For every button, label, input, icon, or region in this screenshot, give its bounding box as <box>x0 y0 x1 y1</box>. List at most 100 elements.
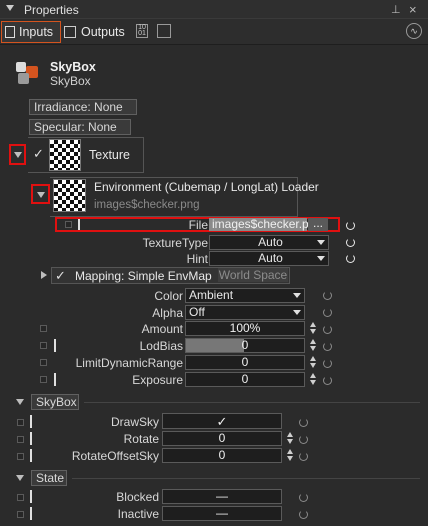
inactive-indicator <box>30 507 32 520</box>
amount-stepper[interactable] <box>310 322 317 335</box>
tab-inputs[interactable]: Inputs <box>1 21 61 43</box>
texture-check[interactable]: ✓ <box>33 146 44 162</box>
lodbias-stepper[interactable] <box>310 339 317 352</box>
tab-outputs-label: Outputs <box>81 25 125 39</box>
texture-type-value: Auto <box>258 235 283 249</box>
rotate-offset-stepper[interactable] <box>287 449 294 462</box>
inactive-field[interactable]: — <box>162 506 282 521</box>
color-reset-icon[interactable] <box>323 291 332 300</box>
skybox-section-title[interactable]: SkyBox <box>31 394 79 410</box>
binary-icon[interactable]: 10 01 <box>136 24 148 38</box>
rotate-offset-label: RotateOffsetSky <box>71 449 159 463</box>
mapping-label: Mapping: Simple EnvMap <box>75 269 212 283</box>
rotate-reset-icon[interactable] <box>299 435 308 444</box>
hint-reset-icon[interactable] <box>346 254 355 263</box>
collapse-icon[interactable] <box>6 5 14 11</box>
rotate-enable-checkbox[interactable] <box>17 436 24 443</box>
activity-icon[interactable]: ∿ <box>406 23 422 39</box>
exposure-enable-checkbox[interactable] <box>40 376 47 383</box>
drawsky-indicator <box>30 415 32 428</box>
hint-value: Auto <box>258 251 283 265</box>
blocked-reset-icon[interactable] <box>299 493 308 502</box>
rotate-label: Rotate <box>123 432 159 446</box>
texture-type-label: TextureType <box>142 236 208 250</box>
mapping-check[interactable]: ✓ <box>55 268 66 284</box>
color-value: Ambient <box>189 288 234 302</box>
blocked-enable-checkbox[interactable] <box>17 494 24 501</box>
exposure-reset-icon[interactable] <box>323 376 332 385</box>
skybox-section-divider <box>84 402 420 403</box>
limit-field[interactable]: 0 <box>185 355 305 370</box>
specular-button[interactable]: Specular: None <box>29 119 131 135</box>
alpha-label: Alpha <box>152 306 183 320</box>
texture-type-reset-icon[interactable] <box>346 238 355 247</box>
rotate-offset-indicator <box>30 449 32 462</box>
node-title: SkyBox <box>50 60 96 74</box>
tab-inputs-label: Inputs <box>19 25 54 39</box>
texture-label: Texture <box>89 148 130 162</box>
texture-type-dropdown[interactable]: Auto <box>209 235 329 250</box>
file-reset-icon[interactable] <box>346 221 355 230</box>
limit-label: LimitDynamicRange <box>75 356 183 370</box>
layout-icon[interactable] <box>157 24 171 38</box>
state-section-title[interactable]: State <box>31 470 67 486</box>
rotate-offset-reset-icon[interactable] <box>299 452 308 461</box>
node-subtitle: SkyBox <box>50 74 91 88</box>
hint-dropdown[interactable]: Auto <box>209 251 329 266</box>
inputs-icon <box>5 26 15 38</box>
chevron-down-icon <box>317 256 325 261</box>
skybox-section-toggle[interactable] <box>16 399 24 405</box>
file-enable-checkbox[interactable] <box>65 221 72 228</box>
window-title: Properties <box>24 3 79 17</box>
mapping-expand-icon[interactable] <box>41 271 47 279</box>
alpha-dropdown[interactable]: Off <box>185 305 305 320</box>
drawsky-checkbox[interactable]: ✓ <box>162 413 282 429</box>
lodbias-enable-checkbox[interactable] <box>40 342 47 349</box>
world-space-label[interactable]: World Space <box>218 268 288 282</box>
drawsky-enable-checkbox[interactable] <box>17 419 24 426</box>
drawsky-reset-icon[interactable] <box>299 418 308 427</box>
amount-reset-icon[interactable] <box>323 325 332 334</box>
blocked-field[interactable]: — <box>162 489 282 504</box>
file-path-field[interactable]: images$checker.p... <box>209 218 319 231</box>
file-label: File <box>188 218 208 232</box>
alpha-reset-icon[interactable] <box>323 308 332 317</box>
loader-expand-toggle[interactable] <box>31 184 50 204</box>
rotate-offset-field[interactable]: 0 <box>162 448 282 463</box>
exposure-indicator <box>54 373 56 386</box>
loader-thumbnail[interactable] <box>53 179 86 212</box>
pin-icon[interactable]: ⊥ <box>391 3 401 16</box>
lodbias-reset-icon[interactable] <box>323 342 332 351</box>
exposure-stepper[interactable] <box>310 373 317 386</box>
limit-reset-icon[interactable] <box>323 359 332 368</box>
texture-thumbnail[interactable] <box>49 139 81 171</box>
tab-outputs[interactable]: Outputs <box>64 21 130 43</box>
chevron-down-icon <box>293 310 301 315</box>
rotate-offset-enable-checkbox[interactable] <box>17 453 24 460</box>
amount-field[interactable]: 100% <box>185 321 305 336</box>
chevron-down-icon <box>293 293 301 298</box>
limit-enable-checkbox[interactable] <box>40 359 47 366</box>
rotate-stepper[interactable] <box>287 432 294 445</box>
irradiance-button[interactable]: Irradiance: None <box>29 99 137 115</box>
rotate-indicator <box>30 432 32 445</box>
inactive-enable-checkbox[interactable] <box>17 511 24 518</box>
file-browse-button[interactable]: ... <box>308 217 328 231</box>
limit-stepper[interactable] <box>310 356 317 369</box>
blocked-label: Blocked <box>116 490 159 504</box>
inactive-reset-icon[interactable] <box>299 510 308 519</box>
texture-expand-toggle[interactable] <box>9 144 26 165</box>
rotate-field[interactable]: 0 <box>162 431 282 446</box>
state-section-divider <box>72 478 420 479</box>
exposure-field[interactable]: 0 <box>185 372 305 387</box>
amount-enable-checkbox[interactable] <box>40 325 47 332</box>
state-section-toggle[interactable] <box>16 475 24 481</box>
close-icon[interactable]: × <box>409 2 417 17</box>
chevron-down-icon <box>317 240 325 245</box>
loader-title: Environment (Cubemap / LongLat) Loader <box>94 180 319 194</box>
lodbias-value: 0 <box>241 338 249 352</box>
title-bar: Properties ⊥ × <box>0 0 428 19</box>
color-dropdown[interactable]: Ambient <box>185 288 305 303</box>
lodbias-indicator <box>54 339 56 352</box>
lodbias-field[interactable]: 0 <box>185 338 305 353</box>
